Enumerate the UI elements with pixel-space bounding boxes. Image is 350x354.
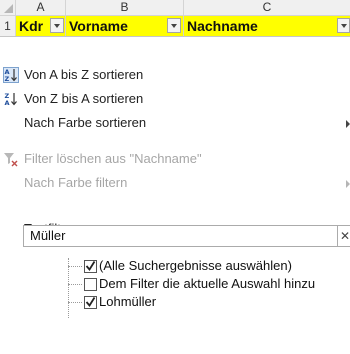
cell-text: Kdr: [19, 18, 44, 34]
sort-ascending-icon: A Z: [3, 67, 19, 83]
menu-label: Von A bis Z sortieren: [24, 67, 144, 82]
menu-sort-descending[interactable]: Z A Von Z bis A sortieren: [0, 87, 350, 111]
submenu-arrow-icon: [346, 180, 350, 188]
checkbox-lohmueller[interactable]: [84, 296, 97, 309]
clear-filter-icon: [4, 153, 18, 167]
checkbox-add-to-filter[interactable]: [84, 278, 97, 291]
row-header-1[interactable]: 1: [0, 16, 16, 36]
list-item-label: Lohmüller: [99, 294, 157, 309]
menu-sort-ascending[interactable]: A Z Von A bis Z sortieren: [0, 63, 350, 87]
menu-clear-filter[interactable]: Filter löschen aus "Nachname": [0, 147, 350, 171]
search-field[interactable]: Müller ✕: [23, 225, 350, 247]
menu-label: Filter löschen aus "Nachname": [24, 151, 202, 166]
column-letter: B: [120, 0, 129, 14]
svg-text:A: A: [5, 99, 10, 107]
cell-text: Vorname: [69, 18, 128, 34]
column-letter: C: [262, 0, 272, 14]
column-letter: A: [36, 0, 45, 14]
chevron-down-icon: [54, 24, 60, 28]
cell-text: Nachname: [187, 18, 258, 34]
chevron-down-icon: [171, 24, 177, 28]
list-item[interactable]: Dem Filter die aktuelle Auswahl hinzu: [0, 276, 350, 294]
menu-label: Von Z bis A sortieren: [24, 91, 144, 106]
close-icon[interactable]: ✕: [337, 226, 350, 246]
list-item[interactable]: Lohmüller: [0, 294, 350, 312]
checkmark-icon: [85, 261, 96, 272]
filter-dropdown-button[interactable]: [50, 18, 64, 33]
svg-text:Z: Z: [5, 75, 10, 83]
sort-descending-icon: Z A: [5, 92, 17, 107]
header-cell-c[interactable]: Nachname: [184, 16, 350, 36]
column-header-a[interactable]: A: [16, 0, 66, 16]
spreadsheet-header: A B C 1 Kdr Vorname Nachname: [0, 0, 350, 36]
submenu-arrow-icon: [346, 120, 350, 128]
checkmark-icon: [85, 297, 96, 308]
menu-label: Nach Farbe filtern: [24, 175, 128, 190]
menu-sort-by-color[interactable]: Nach Farbe sortieren: [0, 111, 350, 135]
list-item-label: (Alle Suchergebnisse auswählen): [99, 258, 292, 273]
filter-dropdown-button-active[interactable]: [337, 18, 350, 33]
column-header-b[interactable]: B: [66, 0, 184, 16]
list-item-label: Dem Filter die aktuelle Auswahl hinzu: [99, 276, 316, 291]
header-cell-b[interactable]: Vorname: [66, 16, 184, 36]
column-header-c[interactable]: C: [184, 0, 350, 16]
checkbox-select-all[interactable]: [84, 260, 97, 273]
search-input[interactable]: Müller: [30, 226, 65, 246]
menu-label: Nach Farbe sortieren: [24, 115, 147, 130]
menu-filter-by-color[interactable]: Nach Farbe filtern: [0, 171, 350, 195]
list-item[interactable]: (Alle Suchergebnisse auswählen): [0, 258, 350, 276]
select-all-corner[interactable]: [0, 0, 16, 16]
filter-dropdown-button[interactable]: [167, 18, 181, 33]
chevron-down-icon: [341, 24, 347, 28]
header-cell-a[interactable]: Kdr: [16, 16, 66, 36]
